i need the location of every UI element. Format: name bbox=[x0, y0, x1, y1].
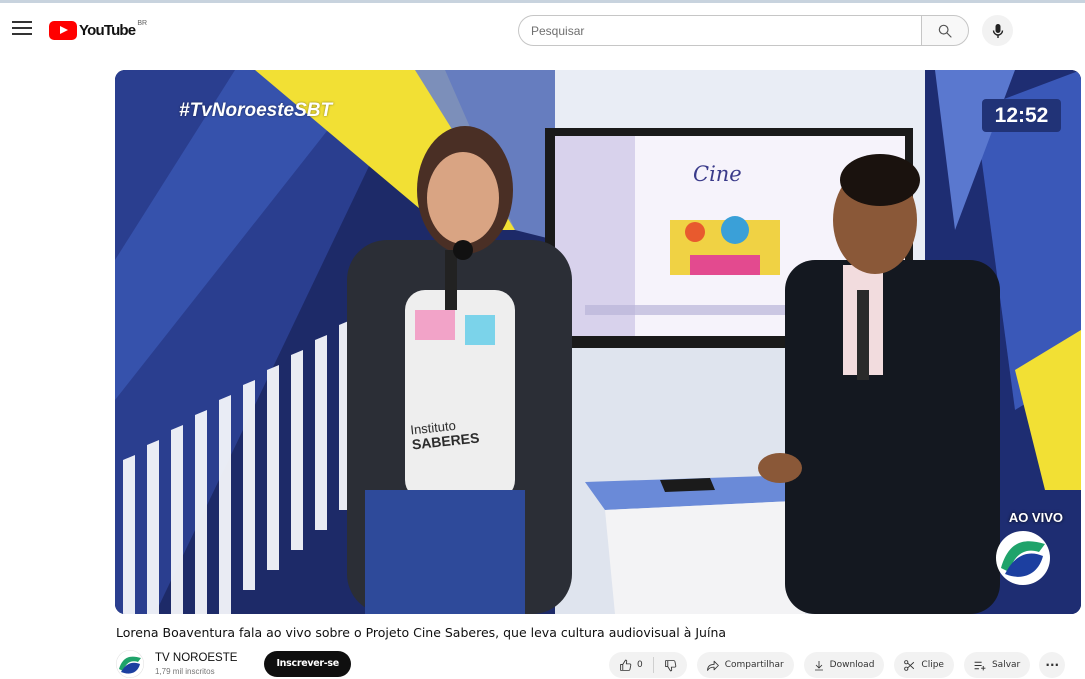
tv-screen-title: Cine bbox=[693, 162, 742, 186]
save-icon bbox=[974, 661, 986, 670]
clip-icon bbox=[904, 659, 915, 671]
download-button[interactable]: Download bbox=[803, 652, 885, 678]
share-button[interactable]: Compartilhar bbox=[696, 652, 794, 678]
youtube-logo[interactable]: YouTube BR bbox=[49, 20, 147, 40]
share-label: Compartilhar bbox=[724, 660, 784, 670]
download-label: Download bbox=[829, 660, 875, 670]
youtube-logo-icon bbox=[49, 20, 77, 40]
channel-avatar[interactable] bbox=[116, 649, 144, 678]
search-box bbox=[518, 15, 1013, 46]
subscriber-count: 1,79 mil inscritos bbox=[155, 666, 215, 676]
logo-text: YouTube bbox=[79, 21, 136, 39]
save-button[interactable]: Salvar bbox=[963, 652, 1031, 678]
video-player[interactable]: #TvNoroesteSBT 12:52 Cine Instituto SABE… bbox=[115, 70, 1081, 614]
tv-noroeste-logo-icon bbox=[996, 531, 1050, 585]
like-dislike-group: 0 bbox=[609, 652, 687, 678]
more-icon: ··· bbox=[1045, 658, 1060, 672]
like-icon bbox=[620, 659, 632, 671]
video-owner: TV NOROESTE 1,79 mil inscritos Inscrever… bbox=[116, 648, 351, 679]
search-icon bbox=[938, 24, 952, 38]
like-button[interactable]: 0 bbox=[609, 652, 653, 678]
clip-label: Clipe bbox=[921, 660, 944, 670]
search-input[interactable] bbox=[518, 15, 921, 46]
more-actions-button[interactable]: ··· bbox=[1039, 652, 1066, 678]
video-frame bbox=[115, 70, 1081, 614]
video-actions: 0 Compartilhar Download Clipe Salvar ··· bbox=[609, 652, 1066, 678]
channel-info: TV NOROESTE 1,79 mil inscritos bbox=[155, 652, 237, 676]
mic-icon bbox=[992, 23, 1003, 38]
video-title: Lorena Boaventura fala ao vivo sobre o P… bbox=[116, 625, 727, 640]
subscribe-button[interactable]: Inscrever-se bbox=[264, 650, 351, 677]
broadcast-clock: 12:52 bbox=[982, 99, 1061, 132]
dislike-icon bbox=[664, 659, 676, 671]
live-label: AO VIVO bbox=[1008, 510, 1063, 525]
channel-name[interactable]: TV NOROESTE bbox=[155, 652, 237, 664]
save-label: Salvar bbox=[991, 660, 1021, 670]
menu-icon[interactable] bbox=[12, 21, 32, 37]
like-count: 0 bbox=[637, 660, 643, 670]
share-icon bbox=[706, 660, 719, 671]
download-icon bbox=[814, 660, 823, 670]
dislike-button[interactable] bbox=[654, 652, 687, 678]
clip-button[interactable]: Clipe bbox=[894, 652, 954, 678]
voice-search-button[interactable] bbox=[982, 15, 1013, 46]
search-button[interactable] bbox=[921, 15, 969, 46]
program-hashtag: #TvNoroesteSBT bbox=[179, 100, 333, 121]
shirt-print: Instituto SABERES bbox=[410, 417, 480, 453]
logo-country-code: BR bbox=[137, 19, 148, 27]
masthead: YouTube BR bbox=[0, 3, 1085, 59]
